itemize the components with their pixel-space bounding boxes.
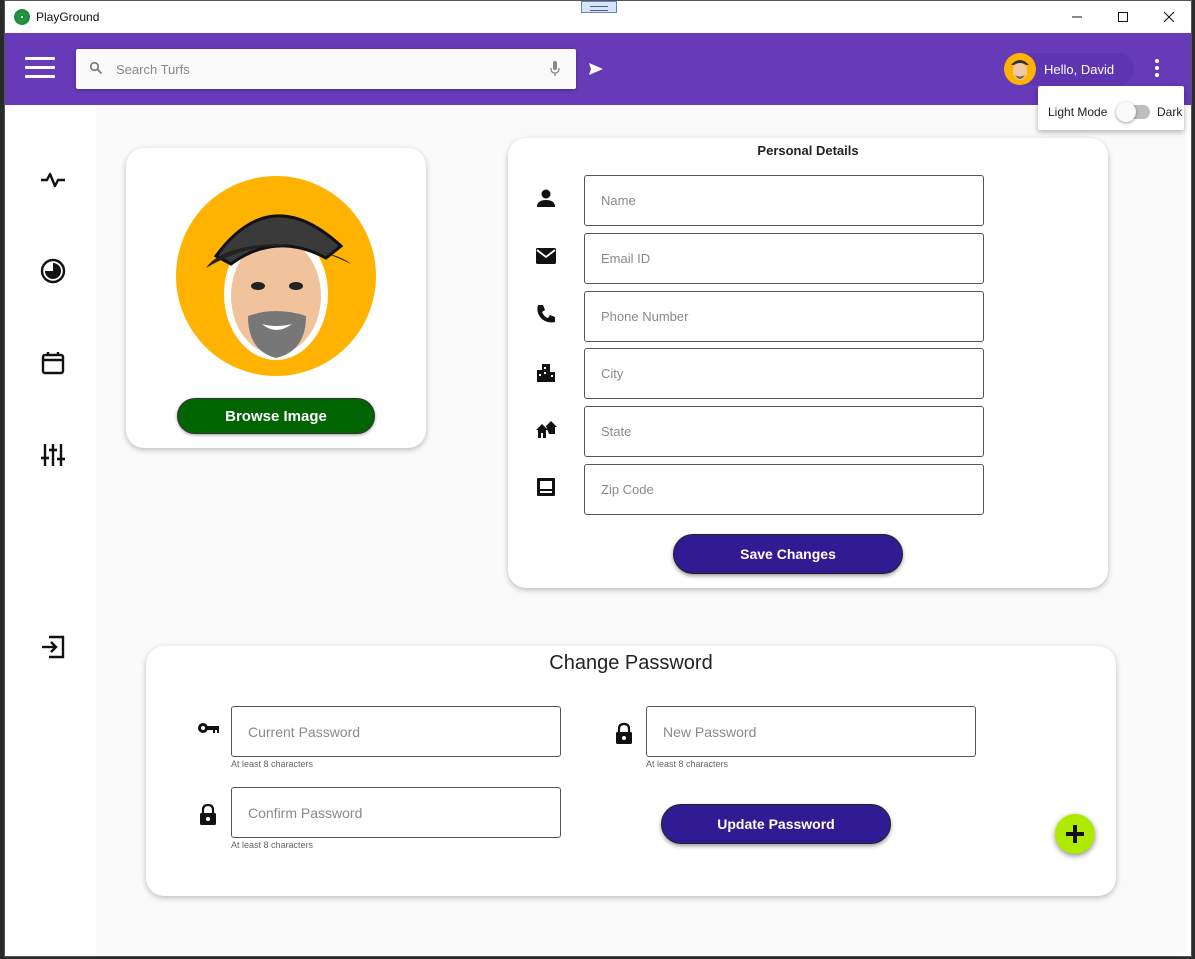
name-field[interactable]	[584, 175, 984, 226]
app-bar: Hello, David	[5, 33, 1191, 105]
lock-icon	[200, 803, 216, 825]
phone-icon	[537, 305, 555, 323]
city-icon	[537, 364, 555, 382]
state-icon	[536, 421, 557, 438]
city-field[interactable]	[584, 348, 984, 399]
search-icon	[89, 61, 103, 75]
zip-icon	[537, 478, 555, 496]
user-chip[interactable]: Hello, David	[1004, 53, 1134, 85]
close-button[interactable]	[1146, 1, 1192, 33]
personal-details-title: Personal Details	[757, 143, 859, 158]
confirm-password-hint: At least 8 characters	[231, 840, 314, 850]
email-field[interactable]	[584, 233, 984, 284]
current-password-hint: At least 8 characters	[231, 759, 314, 769]
phone-field[interactable]	[584, 291, 984, 342]
tune-icon[interactable]	[40, 442, 66, 468]
logout-icon[interactable]	[40, 634, 66, 660]
minimize-button[interactable]	[1054, 1, 1100, 33]
main-content: Browse Image Personal Details Name Email…	[10, 107, 1186, 955]
avatar	[1004, 53, 1036, 85]
light-mode-label: Light Mode	[1048, 105, 1108, 119]
personal-details-card: Personal Details Name Email ID Phone Num…	[508, 138, 1108, 588]
more-options-icon[interactable]	[1149, 59, 1165, 79]
menu-icon[interactable]	[25, 57, 55, 81]
close-icon	[1164, 12, 1174, 22]
pie-chart-icon[interactable]	[40, 258, 66, 284]
confirm-password-field[interactable]	[231, 787, 561, 838]
send-icon[interactable]	[587, 60, 605, 78]
change-password-card: Change Password At least 8 characters At…	[146, 646, 1116, 896]
sidebar	[10, 107, 96, 955]
new-password-hint: At least 8 characters	[646, 759, 729, 769]
theme-toggle[interactable]	[1116, 102, 1150, 122]
title-bar: PlayGround	[5, 1, 1191, 33]
drag-handle[interactable]	[581, 1, 617, 13]
profile-avatar	[176, 176, 376, 376]
profile-avatar-image	[206, 214, 351, 360]
avatar-image	[1011, 60, 1029, 80]
change-password-title: Change Password	[549, 652, 713, 674]
update-password-button[interactable]: Update Password	[661, 804, 891, 844]
state-field[interactable]	[584, 406, 984, 457]
save-changes-button[interactable]: Save Changes	[673, 534, 903, 574]
person-icon	[537, 189, 555, 207]
current-password-field[interactable]	[231, 706, 561, 757]
lock-icon	[616, 722, 632, 744]
theme-popup: Light Mode Dark	[1038, 86, 1184, 130]
email-icon	[536, 248, 556, 264]
activity-icon[interactable]	[40, 166, 66, 192]
mic-icon[interactable]	[548, 60, 562, 78]
new-password-field[interactable]	[646, 706, 976, 757]
maximize-button[interactable]	[1100, 1, 1146, 33]
profile-card: Browse Image	[126, 148, 426, 448]
calendar-icon[interactable]	[40, 350, 66, 376]
add-fab-button[interactable]	[1055, 814, 1095, 854]
app-logo-icon	[14, 9, 30, 25]
maximize-icon	[1118, 12, 1128, 22]
greeting-text: Hello, David	[1044, 62, 1115, 77]
window-title: PlayGround	[36, 10, 100, 24]
zip-field[interactable]	[584, 464, 984, 515]
search-input[interactable]	[116, 59, 536, 79]
key-icon	[198, 723, 219, 733]
browse-image-button[interactable]: Browse Image	[177, 398, 375, 434]
dark-mode-label: Dark	[1157, 105, 1183, 119]
search-box	[76, 49, 576, 89]
app-window: PlayGround Search Turfs Hello, David Lig…	[4, 0, 1192, 957]
minimize-icon	[1072, 16, 1082, 18]
